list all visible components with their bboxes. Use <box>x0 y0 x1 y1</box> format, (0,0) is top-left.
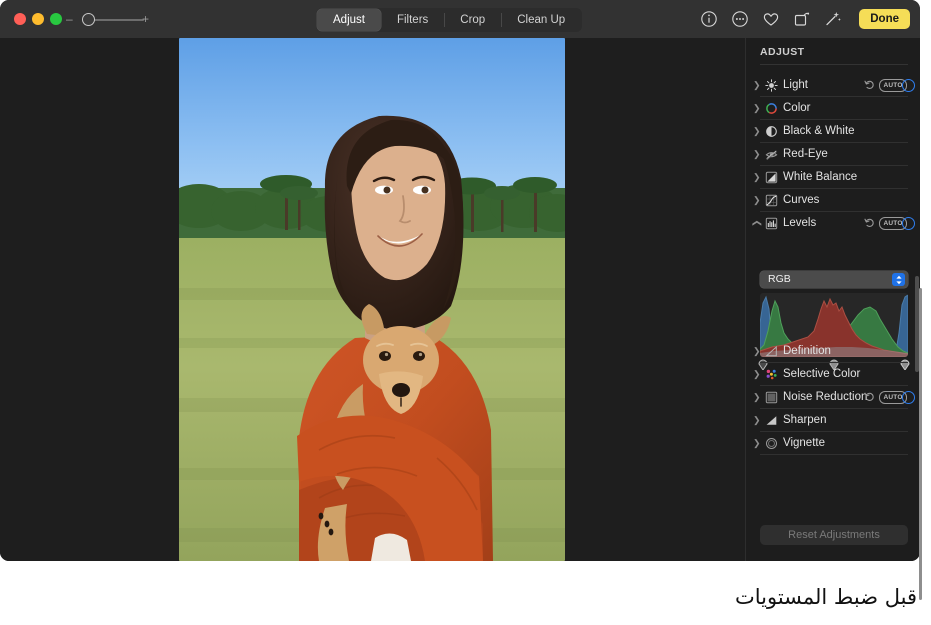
callout-leader-line <box>919 288 922 600</box>
sharpen-icon <box>765 414 778 427</box>
vignette-icon <box>765 437 778 450</box>
adjust-row-levels[interactable]: ❮ Levels AUTO <box>746 212 920 235</box>
revert-icon[interactable] <box>864 391 875 402</box>
adjust-label-white-balance: White Balance <box>783 170 857 185</box>
minimize-window-button[interactable] <box>32 13 44 25</box>
adjust-row-color[interactable]: ❯ Color <box>746 97 920 120</box>
adjust-row-black-and-white[interactable]: ❯ Black & White <box>746 120 920 143</box>
toggle-levels[interactable] <box>902 217 915 230</box>
revert-icon[interactable] <box>864 217 875 228</box>
auto-enhance-wand-icon[interactable] <box>824 10 842 28</box>
adjust-label-selective-color: Selective Color <box>783 367 860 382</box>
tab-crop[interactable]: Crop <box>444 9 501 31</box>
row-divider <box>760 454 908 455</box>
adjust-label-vignette: Vignette <box>783 436 825 451</box>
adjust-label-sharpen: Sharpen <box>783 413 826 428</box>
adjust-row-light[interactable]: ❯ Light AUTO <box>746 74 920 97</box>
adjust-label-levels: Levels <box>783 216 816 231</box>
adjust-row-white-balance[interactable]: ❯ White Balance <box>746 166 920 189</box>
adjust-label-color: Color <box>783 101 810 116</box>
selective-color-icon <box>765 368 778 381</box>
adjust-label-black-and-white: Black & White <box>783 124 855 139</box>
reset-adjustments-button[interactable]: Reset Adjustments <box>760 525 908 545</box>
adjust-row-curves[interactable]: ❯ Curves <box>746 189 920 212</box>
levels-channel-value: RGB <box>768 273 791 286</box>
photo-canvas <box>0 38 745 561</box>
editor-mode-tabs: Adjust Filters Crop Clean Up <box>316 8 582 32</box>
chevron-right-icon[interactable]: ❯ <box>753 415 761 426</box>
photos-editor-window: – + Adjust Filters Crop Clean Up <box>0 0 920 561</box>
chevron-right-icon[interactable]: ❯ <box>753 438 761 449</box>
zoom-out-icon[interactable]: – <box>66 12 73 26</box>
more-options-icon[interactable] <box>731 10 749 28</box>
chevron-right-icon[interactable]: ❯ <box>753 149 761 160</box>
adjust-row-red-eye[interactable]: ❯ Red-Eye <box>746 143 920 166</box>
rotate-icon[interactable] <box>793 10 811 28</box>
favorite-heart-icon[interactable] <box>762 10 780 28</box>
info-icon[interactable] <box>700 10 718 28</box>
chevron-right-icon[interactable]: ❯ <box>753 172 761 183</box>
adjust-row-definition[interactable]: ❯ Definition <box>746 340 920 363</box>
color-wheel-icon <box>765 102 778 115</box>
panel-title-divider <box>760 64 908 65</box>
tab-filters[interactable]: Filters <box>381 9 444 31</box>
adjust-label-light: Light <box>783 78 808 93</box>
tab-clean-up[interactable]: Clean Up <box>501 9 581 31</box>
panel-title: ADJUST <box>760 46 804 58</box>
chevron-right-icon[interactable]: ❯ <box>753 126 761 137</box>
adjust-row-vignette[interactable]: ❯ Vignette <box>746 432 920 455</box>
chevron-right-icon[interactable]: ❯ <box>753 103 761 114</box>
chevron-right-icon[interactable]: ❯ <box>753 80 761 91</box>
levels-channel-popup[interactable]: RGB <box>760 271 908 288</box>
chevron-right-icon[interactable]: ❯ <box>753 369 761 380</box>
titlebar-tool-icons: Done <box>700 7 910 31</box>
adjust-row-selective-color[interactable]: ❯ Selective Color <box>746 363 920 386</box>
adjust-label-curves: Curves <box>783 193 819 208</box>
chevron-right-icon[interactable]: ❯ <box>753 346 761 357</box>
zoom-slider-knob[interactable] <box>82 13 95 26</box>
chevron-up-down-icon[interactable] <box>892 273 905 286</box>
tab-adjust[interactable]: Adjust <box>317 9 381 31</box>
curves-icon <box>765 194 778 207</box>
maximize-window-button[interactable] <box>50 13 62 25</box>
adjust-panel: ADJUST ❯ Light AUTO ❯ <box>745 38 920 561</box>
brightness-sun-icon <box>765 79 778 92</box>
chevron-down-icon[interactable]: ❮ <box>752 220 763 228</box>
toggle-light[interactable] <box>902 79 915 92</box>
window-titlebar: – + Adjust Filters Crop Clean Up <box>0 0 920 38</box>
red-eye-icon <box>765 148 778 161</box>
white-balance-icon <box>765 171 778 184</box>
zoom-slider-track[interactable] <box>88 19 144 21</box>
done-button[interactable]: Done <box>859 9 910 29</box>
revert-icon[interactable] <box>864 79 875 90</box>
close-window-button[interactable] <box>14 13 26 25</box>
definition-icon <box>765 345 778 358</box>
zoom-in-icon[interactable]: + <box>142 12 149 26</box>
zoom-slider[interactable]: – + <box>66 12 148 27</box>
toggle-noise-reduction[interactable] <box>902 391 915 404</box>
adjust-label-noise-reduction: Noise Reduction <box>783 390 867 405</box>
adjust-row-noise-reduction[interactable]: ❯ Noise Reduction AUTO <box>746 386 920 409</box>
adjust-label-definition: Definition <box>783 344 831 359</box>
figure-caption: قبل ضبط المستويات <box>497 585 917 609</box>
noise-reduction-icon <box>765 391 778 404</box>
edited-photo[interactable] <box>179 38 565 561</box>
black-white-circle-icon <box>765 125 778 138</box>
chevron-right-icon[interactable]: ❯ <box>753 392 761 403</box>
adjust-row-sharpen[interactable]: ❯ Sharpen <box>746 409 920 432</box>
chevron-right-icon[interactable]: ❯ <box>753 195 761 206</box>
levels-icon <box>765 217 778 230</box>
adjust-label-red-eye: Red-Eye <box>783 147 828 162</box>
